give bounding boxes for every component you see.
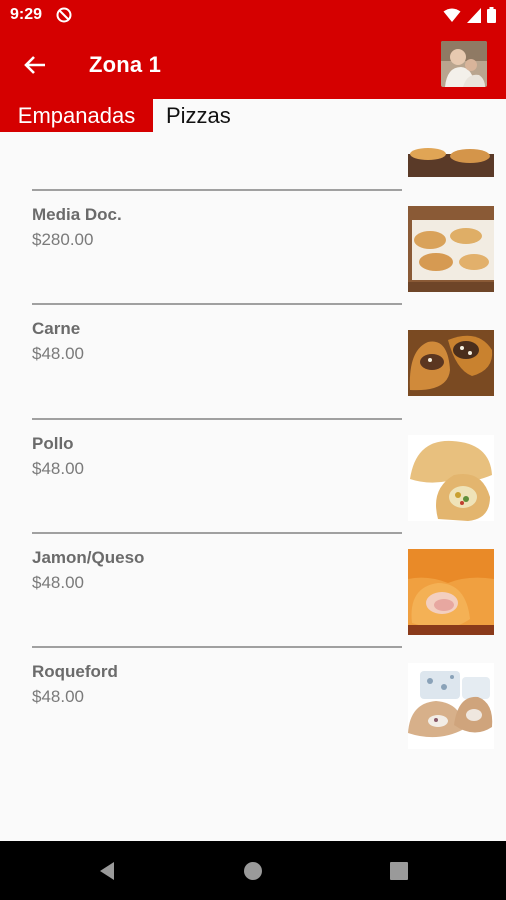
list-item[interactable]: Pollo $48.00 (0, 420, 506, 534)
arrow-back-icon (24, 56, 45, 74)
nav-recents-icon[interactable] (388, 860, 410, 882)
previous-product-image (408, 132, 494, 177)
avatar-photo-icon (441, 41, 487, 87)
page-title: Zona 1 (89, 52, 162, 77)
product-price: $48.00 (32, 573, 84, 592)
product-image (408, 663, 494, 749)
product-image (408, 435, 494, 521)
tab-pizzas[interactable]: Pizzas (153, 99, 231, 132)
product-price: $48.00 (32, 344, 84, 363)
empanada-jamon-queso-image (408, 549, 494, 635)
product-price: $280.00 (32, 230, 94, 249)
category-tabs: Empanadas Pizzas (0, 99, 506, 132)
wifi-icon (443, 8, 461, 22)
empanada-pollo-image (408, 435, 494, 521)
app-bar: Zona 1 (0, 32, 506, 99)
product-name: Carne (32, 319, 81, 338)
status-time: 9:29 (10, 6, 43, 23)
battery-icon (487, 7, 496, 23)
empanada-carne-image (408, 320, 494, 406)
empanada-roqueford-image (408, 663, 494, 749)
list-item[interactable]: Media Doc. $280.00 (0, 191, 506, 305)
tab-empanadas[interactable]: Empanadas (0, 99, 153, 132)
back-button[interactable] (16, 46, 54, 84)
product-name: Media Doc. (32, 205, 122, 224)
status-bar: 9:29 (0, 0, 506, 32)
list-item[interactable]: Carne $48.00 (0, 305, 506, 419)
product-image (408, 206, 494, 292)
signal-icon (467, 7, 481, 23)
avatar[interactable] (441, 41, 487, 87)
nav-home-icon[interactable] (242, 860, 264, 882)
list-item[interactable]: Jamon/Queso $48.00 (0, 534, 506, 648)
product-name: Jamon/Queso (32, 548, 145, 567)
product-image (408, 549, 494, 635)
product-price: $48.00 (32, 459, 84, 478)
do-not-disturb-icon (56, 7, 72, 23)
product-list[interactable]: Media Doc. $280.00 Carne $48.00 Pollo $4… (0, 132, 506, 841)
product-name: Roqueford (32, 662, 118, 681)
product-name: Pollo (32, 434, 74, 453)
system-navigation-bar (0, 841, 506, 900)
empanadas-tray-image (408, 206, 494, 292)
product-price: $48.00 (32, 687, 84, 706)
product-image (408, 320, 494, 406)
nav-back-icon[interactable] (96, 860, 118, 882)
list-item[interactable]: Roqueford $48.00 (0, 648, 506, 762)
